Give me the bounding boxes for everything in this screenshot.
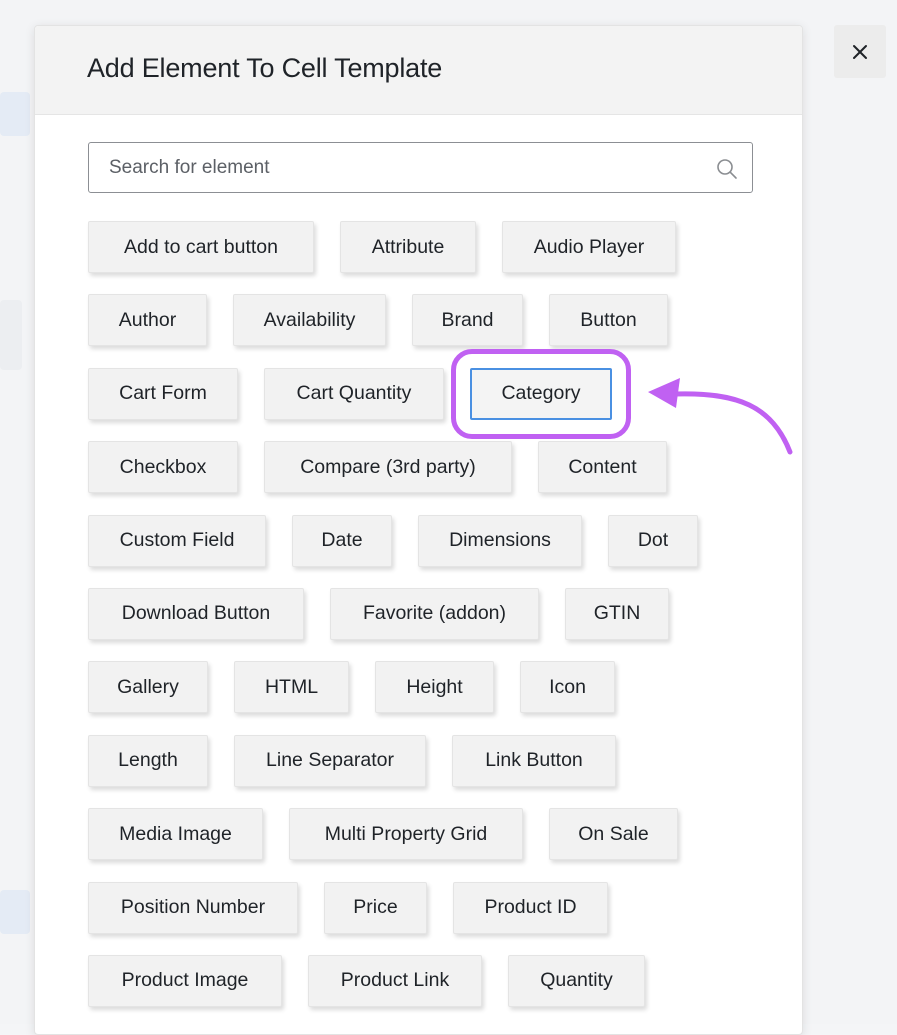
element-button-html[interactable]: HTML — [234, 661, 349, 714]
element-button-checkbox[interactable]: Checkbox — [88, 441, 238, 494]
element-button-on-sale[interactable]: On Sale — [549, 808, 678, 861]
add-element-modal: Add Element To Cell Template Add to cart… — [34, 25, 803, 1035]
element-button-dimensions[interactable]: Dimensions — [418, 514, 582, 567]
element-button-quantity[interactable]: Quantity — [508, 954, 645, 1007]
modal-header: Add Element To Cell Template — [35, 26, 802, 115]
search-icon[interactable] — [716, 158, 738, 180]
element-button-favorite-addon[interactable]: Favorite (addon) — [330, 587, 539, 640]
element-row: Custom Field Date Dimensions Dot — [88, 514, 778, 567]
background-item — [0, 300, 22, 370]
element-row: Media Image Multi Property Grid On Sale — [88, 808, 778, 861]
element-row: Position Number Price Product ID — [88, 881, 778, 934]
search-input[interactable] — [89, 143, 752, 192]
element-button-line-separator[interactable]: Line Separator — [234, 734, 426, 787]
element-button-attribute[interactable]: Attribute — [340, 221, 476, 273]
background-item — [0, 890, 30, 934]
element-button-dot[interactable]: Dot — [608, 514, 698, 567]
close-button[interactable] — [834, 25, 886, 78]
element-button-length[interactable]: Length — [88, 734, 208, 787]
element-button-cart-quantity[interactable]: Cart Quantity — [264, 367, 444, 420]
element-button-date[interactable]: Date — [292, 514, 392, 567]
element-row: Add to cart button Attribute Audio Player — [88, 221, 778, 273]
element-button-link-button[interactable]: Link Button — [452, 734, 616, 787]
element-button-gtin[interactable]: GTIN — [565, 587, 669, 640]
element-row: Download Button Favorite (addon) GTIN — [88, 587, 778, 640]
element-button-product-link[interactable]: Product Link — [308, 954, 482, 1007]
curved-arrow-icon — [648, 378, 793, 455]
element-button-download-button[interactable]: Download Button — [88, 587, 304, 640]
element-button-add-to-cart-button[interactable]: Add to cart button — [88, 221, 314, 273]
modal-title: Add Element To Cell Template — [87, 53, 443, 83]
element-button-availability[interactable]: Availability — [233, 294, 386, 347]
element-button-author[interactable]: Author — [88, 294, 207, 347]
element-button-product-image[interactable]: Product Image — [88, 954, 282, 1007]
element-row: Length Line Separator Link Button — [88, 734, 778, 787]
element-row: Gallery HTML Height Icon — [88, 661, 778, 714]
element-button-height[interactable]: Height — [375, 661, 494, 714]
element-row: Author Availability Brand Button — [88, 294, 778, 347]
element-button-button[interactable]: Button — [549, 294, 668, 347]
element-button-audio-player[interactable]: Audio Player — [502, 221, 676, 273]
element-button-custom-field[interactable]: Custom Field — [88, 514, 266, 567]
element-button-icon[interactable]: Icon — [520, 661, 615, 714]
element-button-category[interactable]: Category — [451, 348, 631, 439]
element-button-price[interactable]: Price — [324, 881, 427, 934]
background-item — [0, 92, 30, 136]
element-button-product-id[interactable]: Product ID — [453, 881, 608, 934]
element-button-media-image[interactable]: Media Image — [88, 808, 263, 861]
element-button-position-number[interactable]: Position Number — [88, 881, 298, 934]
close-icon — [853, 44, 867, 59]
element-button-compare-3rd-party[interactable]: Compare (3rd party) — [264, 441, 512, 494]
element-button-brand[interactable]: Brand — [412, 294, 523, 347]
element-button-gallery[interactable]: Gallery — [88, 661, 208, 714]
element-grid: Add to cart button Attribute Audio Player A… — [88, 221, 778, 1028]
element-row: Product Image Product Link Quantity — [88, 954, 778, 1007]
element-button-cart-form[interactable]: Cart Form — [88, 367, 238, 420]
element-button-multi-property-grid[interactable]: Multi Property Grid — [289, 808, 523, 861]
search-box — [88, 142, 753, 193]
